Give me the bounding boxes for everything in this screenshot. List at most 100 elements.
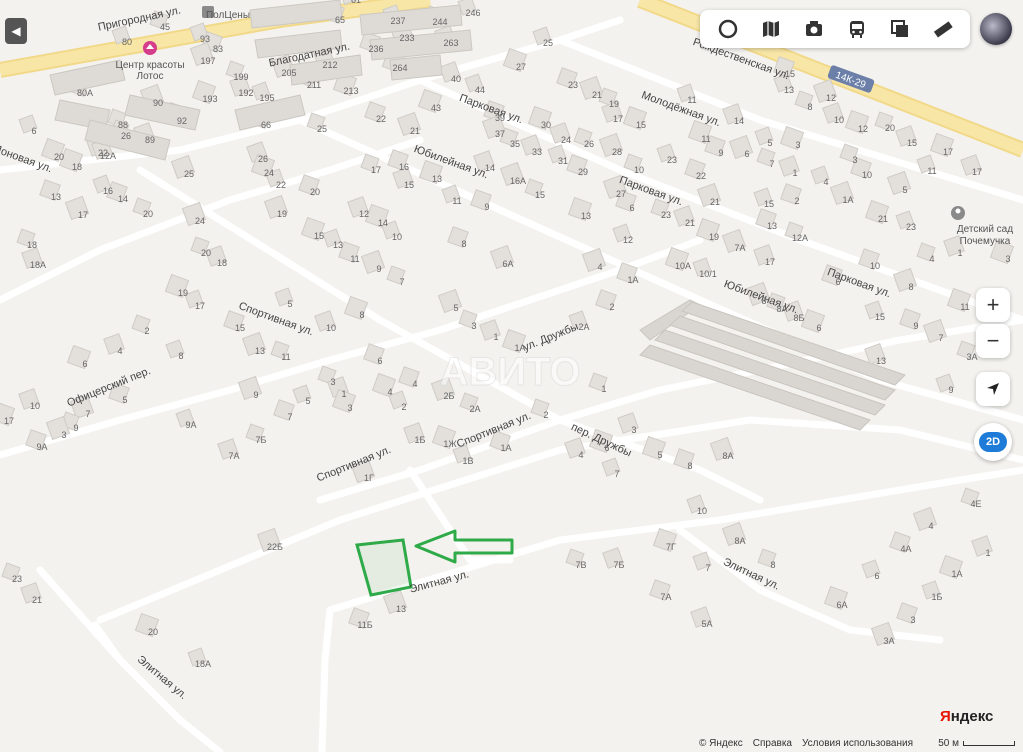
poi-label[interactable]: Центр красоты [115,60,184,71]
house-number: 13 [784,85,794,95]
house-number: 22 [696,171,706,181]
house-number: 13 [396,604,406,614]
house-number: 33 [532,147,542,157]
poi-label[interactable]: Детский сад [957,224,1013,235]
zoom-in-button[interactable]: + [976,288,1010,322]
house-number: 66 [261,120,271,130]
house-number: 20 [885,123,895,133]
house-number: 28 [612,147,622,157]
house-number: 19 [609,99,619,109]
house-number: 6 [82,359,87,369]
layer-toolbar [700,10,970,48]
house-number: 17 [195,301,205,311]
house-number: 205 [281,68,296,78]
house-number: 18 [27,240,37,250]
kindergarten-pin-icon[interactable] [951,206,965,220]
house-number: 11 [960,302,969,312]
house-number: 6 [835,277,840,287]
house-number: 7 [85,409,90,419]
house-number: 5 [767,138,772,148]
house-number: 11 [701,134,710,144]
house-number: 7 [769,159,774,169]
house-number: 12 [858,124,868,134]
house-number: 7Б [256,435,267,445]
house-number: 4А [900,544,911,554]
house-number: 3 [795,140,800,150]
house-number: 3 [61,430,66,440]
house-number: 23 [667,155,677,165]
copyright-text: © Яндекс [698,738,743,749]
house-number: 31 [558,156,568,166]
house-number: 7В [575,560,586,570]
poi-label[interactable]: ПолЦены [206,10,250,21]
poi-label[interactable]: Почемучка [960,236,1011,247]
house-number: 4 [929,254,934,264]
map-footer: © Яндекс Справка Условия использования [699,738,913,749]
camera-icon[interactable] [799,14,829,44]
house-number: 25 [317,124,327,134]
house-number: 9 [718,148,723,158]
house-number: 12 [359,209,369,219]
house-number: 1Ж [443,439,457,449]
house-number: 2 [609,302,614,312]
house-number: 12А [100,151,116,161]
house-number: 27 [516,62,526,72]
house-number: 20 [310,187,320,197]
view-mode-label: 2D [979,432,1007,452]
house-number: 7 [938,333,943,343]
house-number: 192 [238,88,253,98]
house-number: 21 [685,218,695,228]
house-number: 10А [675,261,691,271]
house-number: 3 [471,321,476,331]
back-button[interactable]: ◀ [5,18,27,44]
map-canvas[interactable]: 14К-29 АВИТО Пригородная ул.Благодатная … [0,0,1023,752]
layers-icon[interactable] [885,14,915,44]
house-number: 193 [202,94,217,104]
house-number: 9 [376,264,381,274]
zoom-out-button[interactable]: − [976,324,1010,358]
house-number: 80 [122,37,132,47]
house-number: 1Б [932,592,943,602]
house-number: 24 [561,135,571,145]
user-avatar[interactable] [980,13,1012,45]
house-number: 1В [462,456,473,466]
house-number: 12 [623,235,633,245]
house-number: 2 [144,326,149,336]
ruler-icon[interactable] [928,14,958,44]
poi-label[interactable]: Лотос [137,71,164,82]
house-number: 3 [631,425,636,435]
house-number: 13 [876,356,886,366]
house-number: 15 [785,69,795,79]
yandex-logo: Яндекс [940,708,994,725]
house-number: 2А [578,322,589,332]
house-number: 10 [30,401,40,411]
panorama-icon[interactable] [713,14,743,44]
house-number: 65 [335,15,345,25]
house-number: 92 [177,116,187,126]
house-number: 246 [465,8,480,18]
house-number: 6 [31,126,36,136]
house-number: 9 [73,423,78,433]
house-number: 3 [347,403,352,413]
transport-icon[interactable] [842,14,872,44]
house-number: 9 [913,321,918,331]
house-number: 21 [878,214,888,224]
map-view-icon[interactable] [756,14,786,44]
beauty-salon-pin-icon[interactable] [143,41,157,55]
view-mode-toggle[interactable]: 2D [974,423,1012,461]
help-link[interactable]: Справка [753,738,792,749]
house-number: 195 [259,93,274,103]
house-number: 6 [744,149,749,159]
house-number: 24 [195,216,205,226]
house-number: 18 [217,258,227,268]
house-number: 2 [794,196,799,206]
house-number: 7 [287,412,292,422]
geolocation-button[interactable] [976,372,1010,406]
house-number: 20 [54,152,64,162]
house-number: 15 [875,312,885,322]
terms-link[interactable]: Условия использования [802,738,913,749]
house-number: 9А [36,442,47,452]
house-number: 90 [153,98,163,108]
house-number: 6 [816,323,821,333]
house-number: 5 [305,396,310,406]
